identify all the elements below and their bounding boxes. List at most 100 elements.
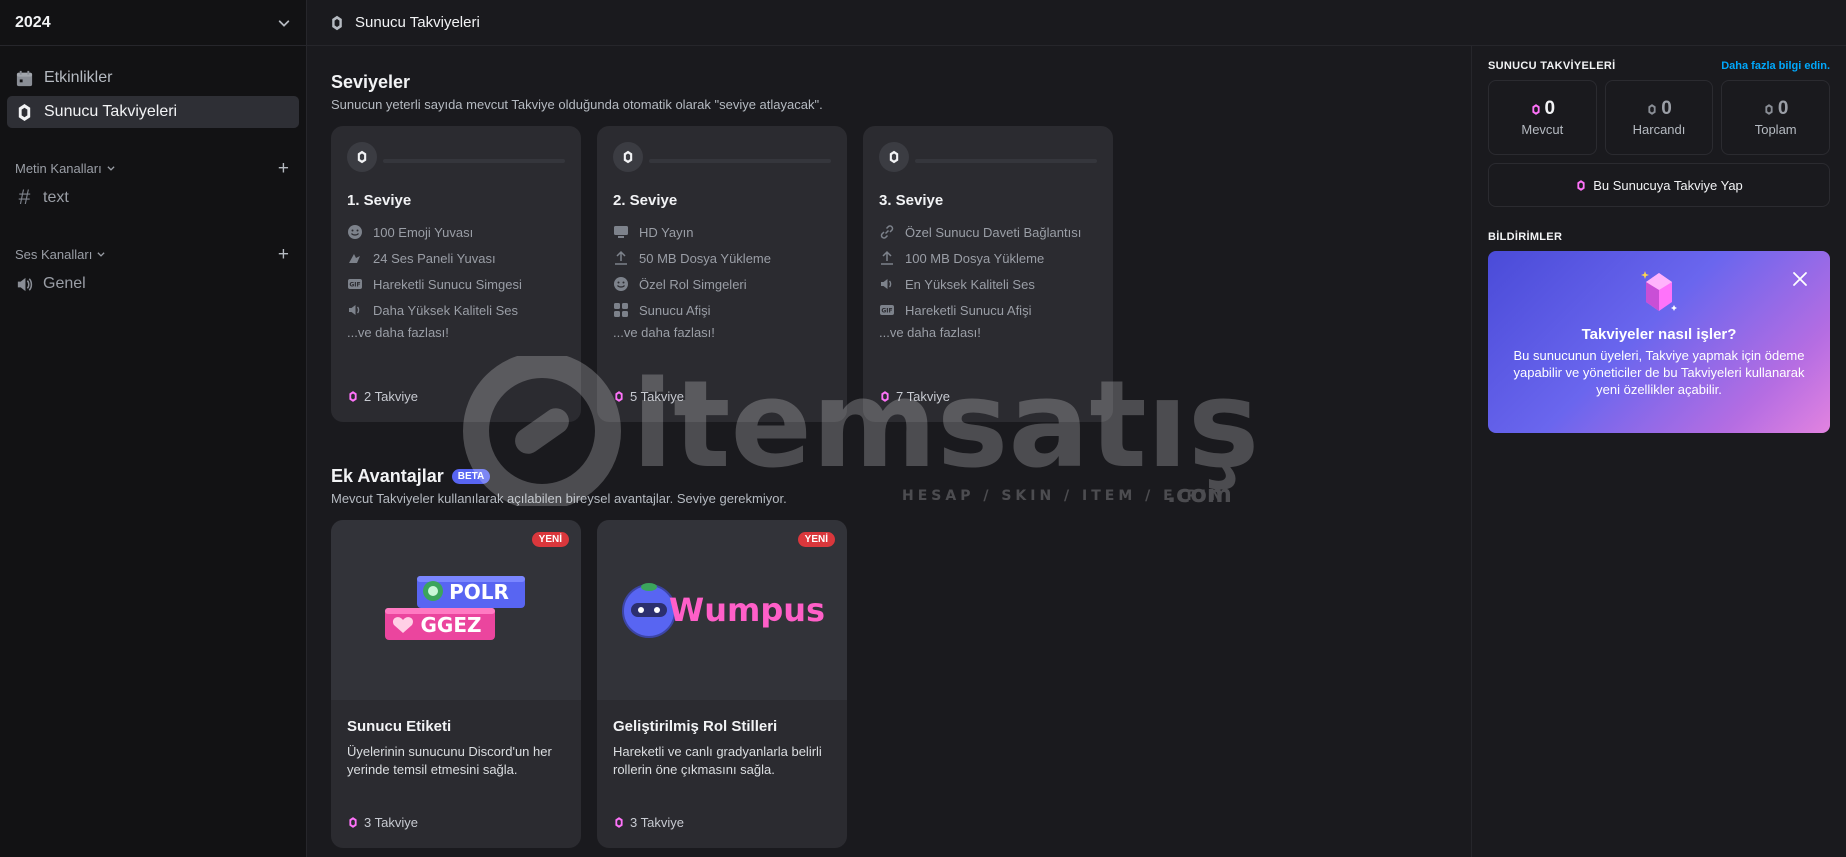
new-badge: YENİ (531, 532, 569, 547)
boost-gem-icon (1577, 179, 1585, 191)
summary-label: SUNUCU TAKVİYELERİ (1488, 60, 1616, 72)
tier-progress-track (649, 159, 831, 163)
boost-gem-icon (615, 391, 623, 402)
perk-label: Hareketli Sunucu Simgesi (373, 276, 522, 292)
boost-gem-icon (349, 391, 357, 402)
svg-text:GIF: GIF (349, 282, 360, 289)
perk-item: GIF Hareketli Sunucu Simgesi (347, 271, 565, 297)
perk-item: GIF Hareketli Sunucu Afişi (879, 297, 1097, 323)
server-name: 2024 (15, 13, 51, 31)
stat-spent: 0 Harcandı (1604, 80, 1714, 155)
perk-card-requirement: 3 Takviye (347, 815, 418, 830)
channel-voice-genel[interactable]: Genel (7, 268, 299, 300)
tier-title: 1. Seviye (347, 192, 412, 209)
perk-item: 24 Ses Paneli Yuvası (347, 245, 565, 271)
perk-card-requirement: 3 Takviye (613, 815, 684, 830)
content-wrap: Seviyeler Sunucun yeterli sayıda mevcut … (307, 46, 1846, 857)
sidebar-item-server-boosts[interactable]: Sunucu Takviyeleri (7, 96, 299, 128)
extras-subtitle: Mevcut Takviyeler kullanılarak açılabile… (331, 491, 787, 506)
perk-list: 100 Emoji Yuvası 24 Ses Paneli Yuvası GI… (347, 219, 565, 323)
perk-item: 100 Emoji Yuvası (347, 219, 565, 245)
sidebar-item-events[interactable]: Etkinlikler (7, 62, 299, 94)
summary-header: SUNUCU TAKVİYELERİ Daha fazla bilgi edin… (1488, 60, 1830, 72)
perk-card-desc: Hareketli ve canlı gradyanlarla belirli … (613, 744, 822, 777)
perk-item: 100 MB Dosya Yükleme (879, 245, 1097, 271)
perk-item: En Yüksek Kaliteli Ses (879, 271, 1097, 297)
perk-card-body: Sunucu Etiketi Üyelerinin sunucunu Disco… (331, 700, 581, 797)
perk-item: 50 MB Dosya Yükleme (613, 245, 831, 271)
perk-list: Özel Sunucu Daveti Bağlantısı 100 MB Dos… (879, 219, 1097, 323)
stat-value: 0 (1530, 98, 1555, 120)
boost-gem-icon (349, 817, 357, 828)
close-icon[interactable] (1792, 271, 1808, 287)
perk-item: Sunucu Afişi (613, 297, 831, 323)
stat-label: Toplam (1754, 122, 1797, 137)
perk-card-role-styles[interactable]: YENİ Wumpus Geliştirilmiş Rol Stilleri H… (597, 520, 847, 848)
sidebar-item-label: Sunucu Takviyeleri (44, 103, 178, 120)
perk-more: ...ve daha fazlası! (879, 325, 981, 340)
perk-label: Sunucu Afişi (639, 302, 711, 318)
sidebar-nav: Etkinlikler Sunucu Takviyeleri Metin Kan… (0, 46, 306, 300)
speaker-icon (349, 305, 360, 315)
category-text-channels[interactable]: Metin Kanalları + (7, 154, 299, 182)
stat-total: 0 Toplam (1721, 80, 1831, 155)
learn-more-link[interactable]: Daha fazla bilgi edin. (1721, 60, 1830, 72)
wumpus-illustration: Wumpus (622, 583, 825, 638)
requirement-label: 7 Takviye (896, 389, 950, 404)
boost-gem-icon (1531, 103, 1540, 115)
stat-label: Harcandı (1632, 122, 1686, 137)
channel-text[interactable]: # text (7, 182, 299, 214)
upload-icon (615, 250, 627, 265)
tier-title: 2. Seviye (613, 192, 678, 209)
perk-label: 100 MB Dosya Yükleme (905, 250, 1045, 266)
notification-title: Takviyeler nasıl işler? (1581, 326, 1737, 343)
add-channel-icon[interactable]: + (278, 159, 289, 178)
requirement-label: 2 Takviye (364, 389, 418, 404)
add-channel-icon[interactable]: + (278, 245, 289, 264)
new-badge: YENİ (797, 532, 835, 547)
role-styles-art: YENİ Wumpus (597, 520, 847, 700)
tier-requirement: 5 Takviye (613, 389, 684, 404)
tier-gem-icon (347, 142, 377, 172)
requirement-label: 5 Takviye (630, 389, 684, 404)
levels-title: Seviyeler (331, 72, 1447, 93)
notifications-label: BİLDİRİMLER (1488, 231, 1563, 243)
sidebar-item-label: Etkinlikler (44, 69, 113, 86)
tier-requirement: 7 Takviye (879, 389, 950, 404)
tier-gem-icon (613, 142, 643, 172)
stat-available: 0 Mevcut (1488, 80, 1597, 155)
soundboard-icon (349, 254, 360, 263)
perk-card-server-tag[interactable]: YENİ POLR GGEZ Sunucu Etiketi Üyelerinin… (331, 520, 581, 848)
tag-text-ggez: GGEZ (421, 613, 482, 637)
server-tag-illustration: POLR GGEZ (385, 576, 525, 640)
chevron-down-icon (97, 252, 105, 257)
perk-more: ...ve daha fazlası! (347, 325, 449, 340)
perk-card-title: Sunucu Etiketi (347, 718, 452, 735)
stat-number: 0 (1661, 98, 1672, 119)
boost-gem-icon (1648, 103, 1656, 115)
category-label: Metin Kanalları (15, 160, 102, 176)
upload-icon (881, 250, 893, 265)
page-title: Sunucu Takviyeleri (355, 14, 480, 31)
category-voice-channels[interactable]: Ses Kanalları + (7, 240, 299, 268)
perk-item: Özel Sunucu Daveti Bağlantısı (879, 219, 1097, 245)
hash-icon: # (18, 186, 31, 209)
tier-requirement: 2 Takviye (347, 389, 418, 404)
extras-section: Ek Avantajlar BETA Mevcut Takviyeler kul… (331, 466, 1447, 848)
perk-card-desc: Üyelerinin sunucunu Discord'un her yerin… (347, 744, 552, 777)
server-header[interactable]: 2024 (0, 0, 306, 46)
stat-label: Mevcut (1521, 122, 1564, 137)
boost-server-button[interactable]: Bu Sunucuya Takviye Yap (1488, 163, 1830, 207)
perk-label: Özel Rol Simgeleri (639, 276, 747, 292)
stat-number: 0 (1777, 98, 1789, 119)
boost-content: Seviyeler Sunucun yeterli sayıda mevcut … (307, 46, 1471, 857)
category-label: Ses Kanalları (15, 246, 93, 262)
perk-item: HD Yayın (613, 219, 831, 245)
speaker-icon (17, 277, 33, 291)
perk-item: Özel Rol Simgeleri (613, 271, 831, 297)
tier-progress-track (383, 159, 565, 163)
requirement-label: 3 Takviye (364, 815, 418, 830)
perk-label: 100 Emoji Yuvası (373, 224, 474, 240)
perk-label: HD Yayın (639, 224, 694, 240)
tier-title: 3. Seviye (879, 192, 944, 209)
